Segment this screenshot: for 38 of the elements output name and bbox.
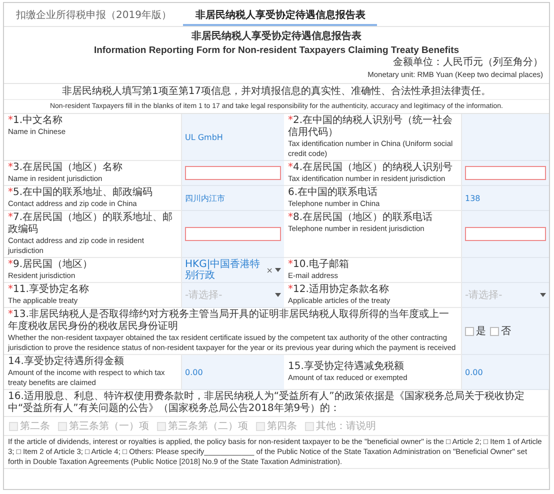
field-value: UL GmbH	[185, 132, 223, 142]
caret-icon	[540, 293, 546, 297]
field-label: *12.适用协定条款名称	[288, 284, 390, 296]
dropdown[interactable]: -请选择-	[185, 288, 281, 302]
field-label: *3.在居民国（地区）名称	[8, 162, 124, 174]
tab[interactable]: 扣缴企业所得税申报（2019年版）	[4, 3, 184, 26]
field-value: 0.00	[185, 368, 203, 376]
caret-icon	[275, 268, 281, 272]
field-label: 15.享受协定待遇减免税额	[288, 361, 405, 373]
field-label: 6.在中国的联系电话	[288, 187, 379, 199]
field-value: 0.00	[465, 368, 483, 376]
field-label: *1.中文名称	[8, 115, 64, 127]
field-label: *13.非居民纳税人是否取得缔约对方税务主管当局开具的证明非居民纳税人取得所得的当年度或上一年度税收居民身份的税收居民身份证明	[8, 309, 450, 333]
field-label: 14.享受协定待遇所得金额	[8, 356, 125, 368]
unit-note: 金额单位：人民币元（列至角分）	[392, 57, 543, 69]
field-label: *5.在中国的联系地址、邮政编码	[8, 187, 154, 199]
field-label: *4.在居民国（地区）的纳税人识别号	[288, 162, 454, 174]
caret-icon	[275, 293, 281, 297]
checkbox[interactable]: 是	[465, 324, 486, 338]
input-field[interactable]	[185, 227, 281, 241]
field-label: *9.居民国（地区）	[8, 259, 94, 271]
field-value: 138	[465, 194, 480, 202]
form-title: Information Reporting Form for Non-resident Taxpayers Claiming Treaty Benefits	[92, 44, 460, 56]
field-label: *10.电子邮箱	[288, 259, 350, 271]
checkbox[interactable]: 否	[490, 324, 511, 338]
field-label: *7.在居民国（地区）的联系地址、邮政编码	[8, 212, 174, 236]
input-field[interactable]	[465, 227, 546, 241]
notice-text: 非居民纳税人填写第1项至第17项信息，并对填报信息的真实性、准确性、合法性承担法律责任。	[60, 84, 492, 99]
field-label: *2.在中国的纳税人识别号（统一社会信用代码）	[288, 115, 454, 139]
input-field[interactable]	[465, 166, 546, 180]
dropdown[interactable]: -请选择-	[465, 288, 546, 302]
field-label: *11.享受协定名称	[8, 284, 90, 296]
form-title: 非居民纳税人享受协定待遇信息报告表	[190, 30, 362, 44]
tab[interactable]: 非居民纳税人享受协定待遇信息报告表	[183, 3, 378, 26]
field-value: 四川内江市	[185, 192, 225, 204]
field-label: *8.在居民国（地区）的联系电话	[288, 212, 434, 224]
input-field[interactable]	[185, 166, 281, 180]
field-label: 16.适用股息、利息、特许权使用费条款时，非居民纳税人为“受益所有人”的政策依据是《国家税务总局关于税收协定中“受益所有人”有关问题的公告》（国家税务总局公告2018年第9号）的：	[8, 391, 526, 415]
